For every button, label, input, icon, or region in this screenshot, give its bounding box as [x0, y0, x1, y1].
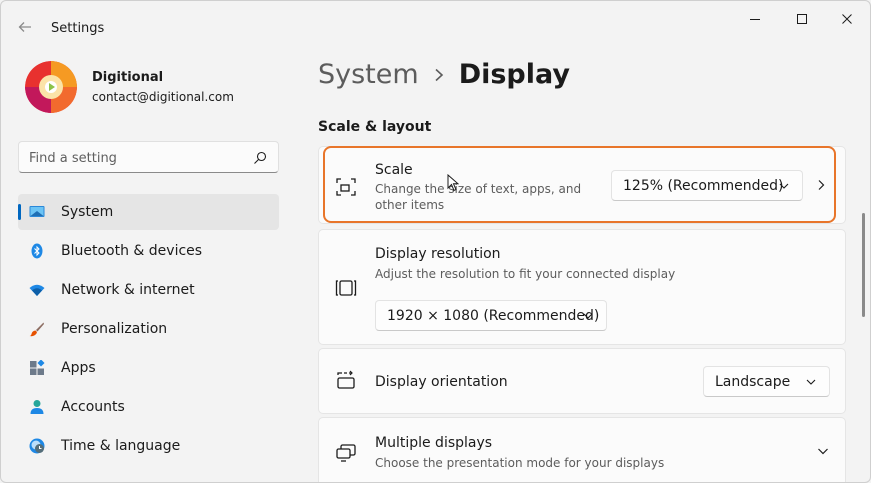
maximize-button[interactable]	[782, 7, 822, 31]
sidebar-item-label: Accounts	[61, 399, 125, 415]
section-title: Scale & layout	[318, 119, 432, 135]
orientation-dropdown-value: Landscape	[715, 374, 791, 390]
multiple-displays-description: Choose the presentation mode for your di…	[375, 456, 665, 470]
selected-indicator	[18, 204, 21, 220]
multiple-displays-card[interactable]: Multiple displays Choose the presentatio…	[318, 417, 846, 482]
sidebar-item-apps[interactable]: Apps	[18, 350, 279, 386]
sidebar-item-personalization[interactable]: Personalization	[18, 311, 279, 347]
title-bar: Settings	[1, 1, 870, 41]
orientation-icon	[337, 370, 355, 389]
sidebar-item-label: Apps	[61, 360, 96, 376]
chevron-right-icon[interactable]	[815, 179, 827, 191]
display-orientation-card: Display orientation Landscape	[318, 348, 846, 414]
resolution-dropdown-value: 1920 × 1080 (Recommended)	[387, 308, 600, 324]
sidebar-item-bluetooth-devices[interactable]: Bluetooth & devices	[18, 233, 279, 269]
brush-icon	[29, 322, 44, 337]
resolution-title: Display resolution	[375, 246, 501, 262]
back-arrow-icon	[18, 22, 31, 32]
breadcrumb-parent[interactable]: System	[318, 59, 419, 90]
scale-icon	[336, 178, 356, 196]
minimize-button[interactable]	[735, 7, 775, 31]
chevron-down-icon	[583, 313, 593, 319]
close-button[interactable]	[827, 7, 867, 31]
sidebar-item-label: System	[61, 204, 114, 220]
maximize-icon	[797, 14, 807, 24]
scrollbar[interactable]	[862, 213, 865, 317]
resolution-description: Adjust the resolution to fit your connec…	[375, 267, 676, 281]
chevron-down-icon[interactable]	[817, 445, 829, 457]
search-box[interactable]	[18, 141, 279, 173]
sidebar-item-system[interactable]: System	[18, 194, 279, 230]
sidebar-item-network-internet[interactable]: Network & internet	[18, 272, 279, 308]
sidebar-item-accounts[interactable]: Accounts	[18, 389, 279, 425]
close-icon	[842, 14, 852, 24]
apps-icon	[30, 360, 45, 375]
monitor-icon	[29, 206, 45, 217]
sidebar-item-label: Time & language	[61, 438, 181, 454]
wifi-icon	[29, 284, 45, 296]
resolution-icon	[335, 280, 357, 296]
scale-dropdown-value: 125% (Recommended)	[623, 178, 784, 194]
avatar[interactable]	[25, 61, 77, 113]
scale-description: Change the size of text, apps, and other…	[375, 182, 582, 212]
sidebar-item-time-language[interactable]: Time & language	[18, 428, 279, 464]
mouse-cursor-icon	[447, 174, 459, 192]
back-button[interactable]	[13, 15, 37, 39]
minimize-icon	[750, 19, 760, 20]
bluetooth-icon	[31, 243, 43, 259]
user-email: contact@digitional.com	[92, 90, 234, 104]
globe-clock-icon	[29, 438, 45, 454]
person-icon	[30, 400, 44, 414]
multiple-displays-icon	[336, 444, 356, 462]
breadcrumb-chevron-icon	[435, 68, 443, 81]
app-title: Settings	[51, 21, 105, 36]
sidebar-nav: System Bluetooth & devices Network & int…	[18, 194, 279, 467]
scale-title: Scale	[375, 162, 413, 178]
resolution-dropdown[interactable]: 1920 × 1080 (Recommended)	[375, 300, 607, 331]
breadcrumb: System Display	[318, 59, 570, 90]
sidebar-item-label: Personalization	[61, 321, 168, 337]
avatar-logo-icon	[25, 61, 77, 113]
scale-dropdown[interactable]: 125% (Recommended)	[611, 170, 803, 201]
orientation-dropdown[interactable]: Landscape	[703, 366, 830, 397]
orientation-title: Display orientation	[375, 374, 508, 390]
chevron-down-icon	[779, 183, 789, 189]
sidebar-item-label: Network & internet	[61, 282, 195, 298]
page-title: Display	[458, 59, 570, 90]
search-icon[interactable]	[252, 150, 268, 166]
display-resolution-card: Display resolution Adjust the resolution…	[318, 229, 846, 345]
sidebar-item-label: Bluetooth & devices	[61, 243, 203, 259]
user-name: Digitional	[92, 70, 164, 85]
search-input[interactable]	[29, 148, 239, 168]
chevron-down-icon	[806, 379, 816, 385]
scale-card[interactable]: Scale Change the size of text, apps, and…	[318, 146, 846, 224]
multiple-displays-title: Multiple displays	[375, 435, 493, 451]
settings-window: Settings Digitional contact@digitional.c…	[0, 0, 871, 483]
